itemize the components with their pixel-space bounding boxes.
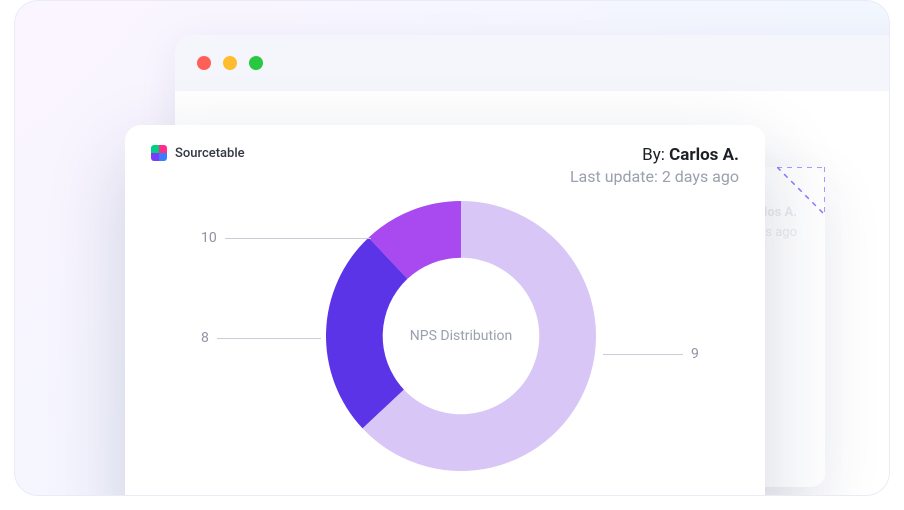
by-prefix: By: (642, 145, 669, 165)
callout-9: 9 (603, 346, 699, 362)
callout-8: 8 (201, 330, 321, 346)
folded-corner-icon (777, 167, 825, 215)
card-meta: By: Carlos A. Last update: 2 days ago (570, 145, 739, 186)
callout-10-label: 10 (201, 230, 225, 246)
brand-name: Sourcetable (175, 146, 245, 161)
sourcetable-logo-icon (151, 145, 167, 161)
callout-9-label: 9 (683, 346, 699, 362)
leader-line-icon (225, 238, 371, 239)
brand: Sourcetable (151, 145, 245, 161)
chart-area: NPS Distribution 10 8 9 (151, 186, 739, 496)
callout-10: 10 (201, 230, 371, 246)
leader-line-icon (603, 354, 683, 355)
updated-prefix: Last update: (570, 167, 662, 186)
byline: By: Carlos A. (570, 145, 739, 165)
callout-8-label: 8 (201, 330, 217, 346)
card-header: Sourcetable By: Carlos A. Last update: 2… (151, 145, 739, 186)
close-icon[interactable] (197, 56, 211, 70)
last-updated: Last update: 2 days ago (570, 167, 739, 186)
report-card: Sourcetable By: Carlos A. Last update: 2… (125, 125, 765, 496)
browser-titlebar (175, 35, 890, 91)
updated-value: 2 days ago (662, 167, 739, 186)
stage-background: By: Carlos A. Last update: 2 days ago So… (14, 0, 890, 496)
leader-line-icon (217, 338, 321, 339)
minimize-icon[interactable] (223, 56, 237, 70)
zoom-icon[interactable] (249, 56, 263, 70)
by-name: Carlos A. (669, 145, 739, 165)
